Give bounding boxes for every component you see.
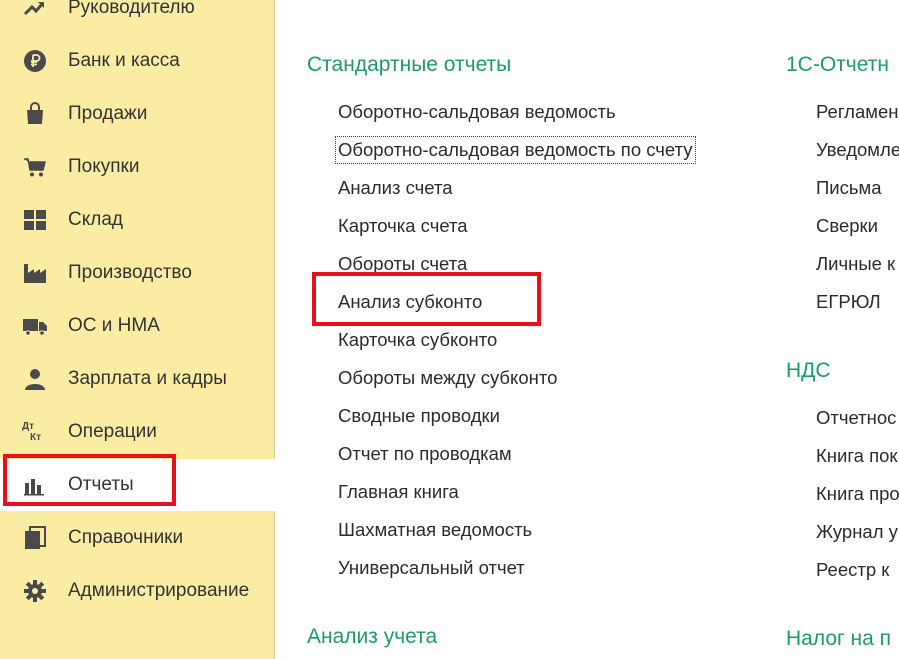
report-link-subconto-turnover[interactable]: Обороты между субконто [338,367,557,389]
sidebar-item-label: Операции [68,421,157,442]
sidebar-item-label: Отчеты [68,474,134,495]
section-title-accounting-analysis[interactable]: Анализ учета [307,625,437,649]
sidebar-item-label: Зарплата и кадры [68,368,227,389]
report-link-egrul[interactable]: ЕГРЮЛ [816,291,881,313]
section-title-standard-reports: Стандартные отчеты [307,53,512,76]
report-link-general-ledger[interactable]: Главная книга [338,481,459,503]
sidebar-item-label: Продажи [68,103,148,124]
section-title-1c-reporting[interactable]: 1С-Отчетн [786,53,889,77]
report-link-invoice-journal[interactable]: Журнал у [816,521,898,543]
sidebar-item-bank[interactable]: Банк и касса [0,35,275,87]
section-title-vat[interactable]: НДС [786,359,831,383]
report-link-reconciliations[interactable]: Сверки [816,215,878,237]
report-link-subconto-card[interactable]: Карточка субконто [338,329,497,351]
sidebar-item-os-nma[interactable]: ОС и НМА [0,300,275,352]
report-link-summary-entries[interactable]: Сводные проводки [338,405,500,427]
report-link-sales-book[interactable]: Книга про [816,483,899,505]
sidebar-item-production[interactable]: Производство [0,247,275,299]
report-link-trial-balance[interactable]: Оборотно-сальдовая ведомость [338,101,616,123]
sidebar-item-directories[interactable]: Справочники [0,512,275,564]
sidebar-item-label: Руководителю [68,0,195,18]
trend-up-icon [22,0,48,21]
shopping-cart-icon [22,154,48,180]
sidebar-item-sales[interactable]: Продажи [0,88,275,140]
sidebar-item-label: ОС и НМА [68,315,160,336]
sidebar-item-operations[interactable]: Дт Кт Операции [0,406,275,458]
report-link-trial-balance-by-account[interactable]: Оборотно-сальдовая ведомость по счету [335,136,696,164]
books-icon [22,525,48,551]
sidebar-item-administration[interactable]: Администрирование [0,565,275,617]
section-title-profit-tax[interactable]: Налог на п [786,627,891,651]
report-link-personal-cabinet[interactable]: Личные к [816,253,895,275]
report-link-account-card[interactable]: Карточка счета [338,215,468,237]
sidebar-item-label: Справочники [68,527,184,548]
report-link-registry[interactable]: Реестр к [816,559,889,581]
gear-icon [22,578,48,604]
report-link-notifications[interactable]: Уведомле [816,139,899,161]
sidebar-item-label: Склад [68,209,123,230]
sidebar: Руководителю Банк и касса Продажи Покупк… [0,0,275,659]
sidebar-item-label: Производство [68,262,192,283]
sidebar-item-salary[interactable]: Зарплата и кадры [0,353,275,405]
debit-credit-icon: Дт Кт [22,421,42,443]
sidebar-item-label: Банк и касса [68,50,180,71]
report-link-letters[interactable]: Письма [816,177,882,199]
report-link-regulated[interactable]: Регламен [816,101,898,123]
report-link-account-analysis[interactable]: Анализ счета [338,177,453,199]
truck-icon [22,313,48,339]
sidebar-item-label: Администрирование [68,580,250,601]
factory-icon [22,260,48,286]
sidebar-item-warehouse[interactable]: Склад [0,194,275,246]
bar-chart-icon [22,472,48,498]
report-link-subconto-analysis[interactable]: Анализ субконто [338,291,482,313]
sidebar-item-reports[interactable]: Отчеты [0,459,275,511]
shopping-bag-icon [22,101,48,127]
app-window: Руководителю Банк и касса Продажи Покупк… [0,0,899,659]
report-link-vat-reporting[interactable]: Отчетнос [816,407,896,429]
sidebar-item-purchases[interactable]: Покупки [0,141,275,193]
person-icon [22,366,48,392]
report-link-entries-report[interactable]: Отчет по проводкам [338,443,512,465]
warehouse-grid-icon [22,207,48,233]
main-content: Стандартные отчеты Оборотно-сальдовая ве… [276,0,899,659]
report-link-chess-statement[interactable]: Шахматная ведомость [338,519,532,541]
sidebar-item-label: Покупки [68,156,140,177]
report-link-universal-report[interactable]: Универсальный отчет [338,557,525,579]
sidebar-item-rukovoditelyu[interactable]: Руководителю [0,0,275,34]
report-link-account-turnover[interactable]: Обороты счета [338,253,467,275]
report-link-purchase-book[interactable]: Книга пок [816,445,898,467]
ruble-icon [22,48,48,74]
